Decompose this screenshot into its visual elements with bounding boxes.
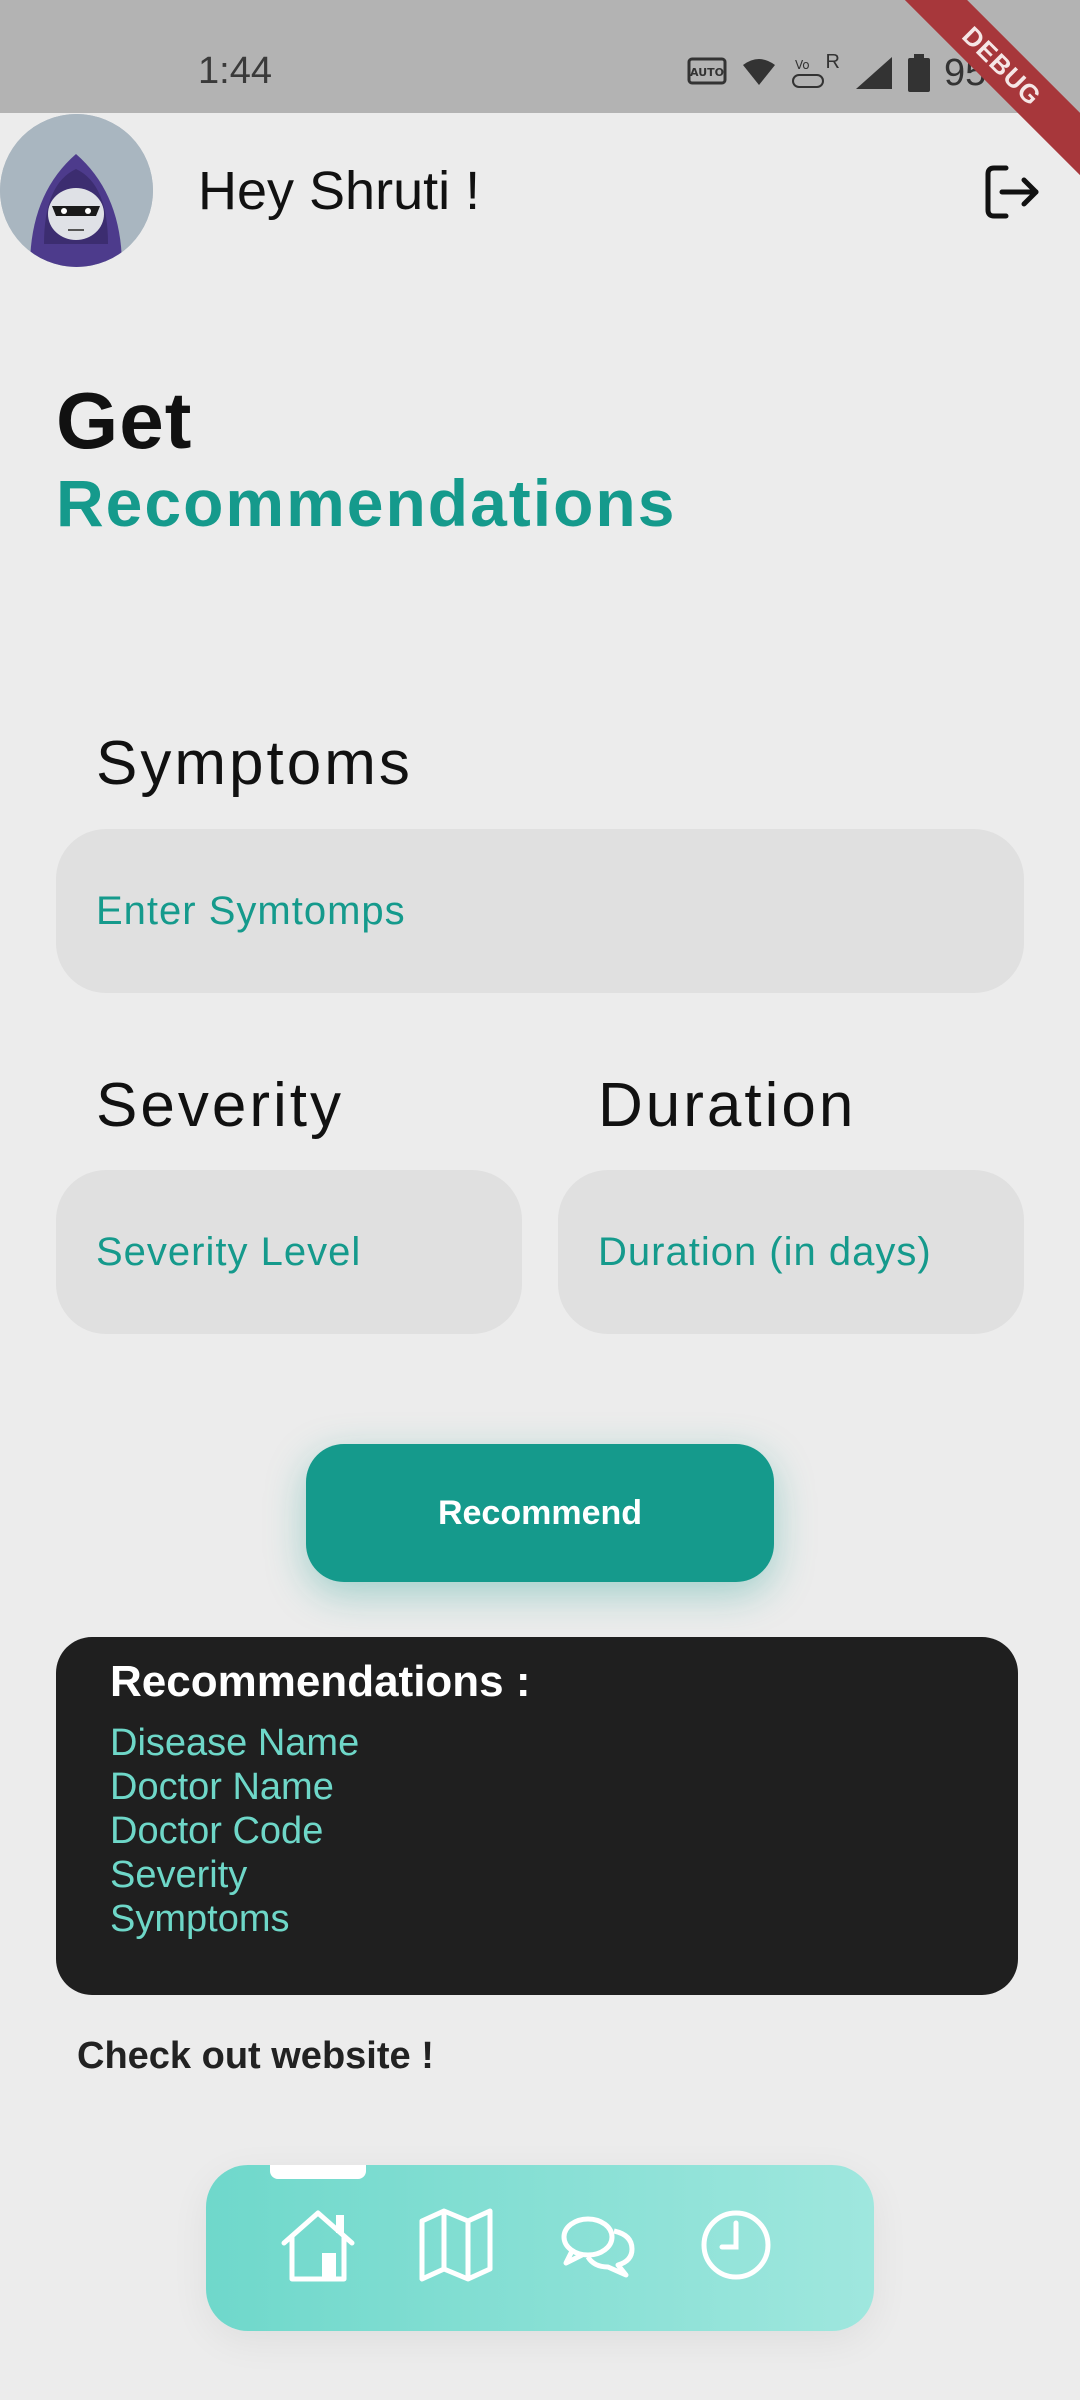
severity-placeholder: Severity Level [96, 1229, 362, 1274]
severity-input[interactable]: Severity Level [56, 1170, 522, 1334]
history-icon[interactable] [696, 2205, 776, 2285]
severity-label: Severity [96, 1071, 344, 1140]
avatar-image [0, 114, 153, 267]
recommend-button[interactable]: Recommend [306, 1444, 774, 1582]
result-doctor-code: Doctor Code [110, 1810, 324, 1852]
greeting: Hey Shruti ! [198, 161, 481, 221]
page-title-line1: Get [56, 376, 193, 465]
chat-icon[interactable] [558, 2205, 638, 2285]
website-link[interactable]: Check out website ! [77, 2035, 434, 2078]
volte-icon: Vo [792, 58, 825, 88]
duration-placeholder: Duration (in days) [598, 1229, 932, 1274]
svg-text:AUTO: AUTO [691, 66, 725, 79]
recommendations-card: Recommendations : Disease Name Doctor Na… [56, 1637, 1018, 1995]
avatar[interactable] [0, 114, 153, 267]
nav-active-indicator [270, 2165, 366, 2179]
result-symptoms: Symptoms [110, 1898, 290, 1940]
symptoms-placeholder: Enter Symtomps [96, 888, 406, 933]
page-title-line2: Recommendations [56, 466, 677, 540]
duration-input[interactable]: Duration (in days) [558, 1170, 1024, 1334]
map-icon[interactable] [416, 2205, 496, 2285]
battery-icon [907, 54, 930, 92]
wifi-icon [743, 59, 776, 85]
status-time: 1:44 [198, 50, 272, 92]
logout-icon[interactable] [980, 160, 1044, 224]
symptoms-label: Symptoms [96, 729, 413, 798]
auto-brightness-icon: AUTO [687, 57, 727, 85]
recommendations-title: Recommendations : [110, 1657, 531, 1706]
svg-text:Vo: Vo [795, 58, 810, 72]
symptoms-input[interactable]: Enter Symtomps [56, 829, 1024, 993]
duration-label: Duration [598, 1071, 857, 1140]
result-severity: Severity [110, 1854, 248, 1896]
result-doctor-name: Doctor Name [110, 1766, 334, 1808]
home-icon[interactable] [278, 2205, 358, 2285]
roaming-indicator: R [825, 50, 840, 73]
result-disease-name: Disease Name [110, 1722, 360, 1764]
signal-icon [855, 57, 892, 89]
